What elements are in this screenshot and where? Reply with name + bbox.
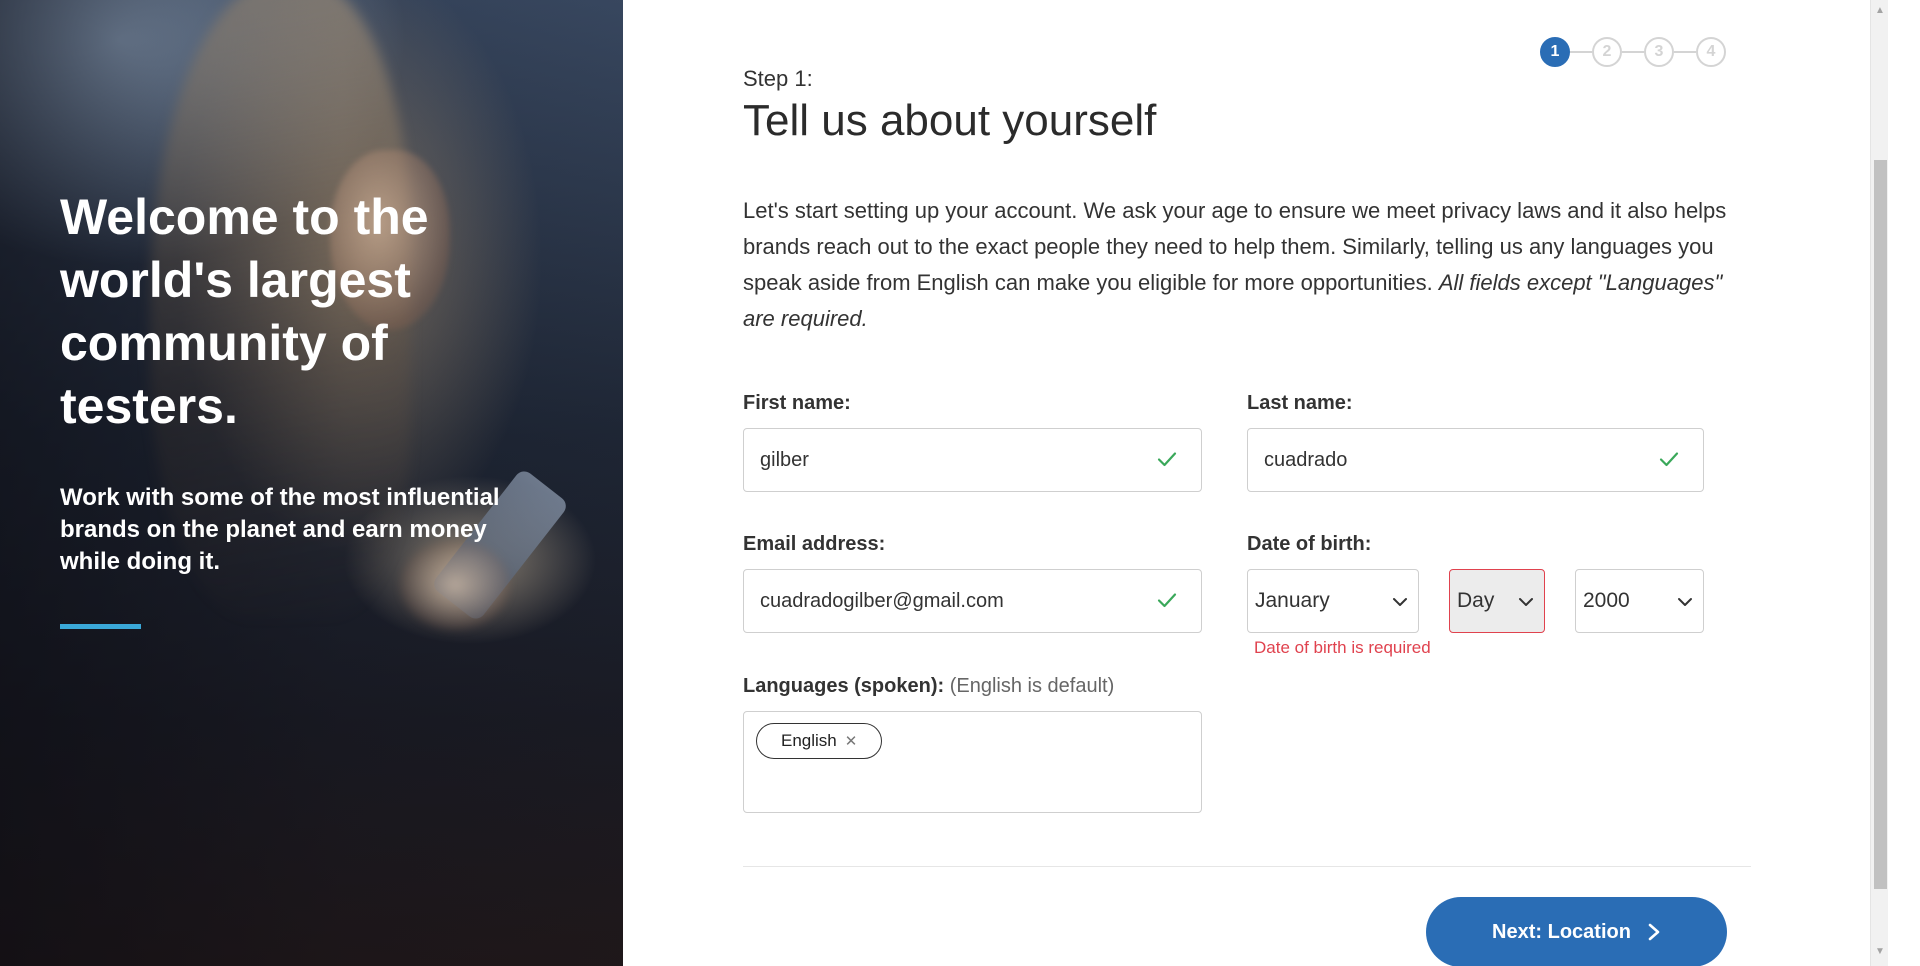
language-chip-english: English ✕ <box>756 723 883 759</box>
step-4-indicator: 4 <box>1696 37 1726 67</box>
languages-label-text: Languages (spoken): <box>743 675 945 697</box>
step-connector <box>1674 51 1696 53</box>
dob-label: Date of birth: <box>1247 533 1372 555</box>
email-field[interactable]: cuadradogilber@gmail.com <box>743 569 1202 633</box>
page-title: Tell us about yourself <box>743 96 1157 145</box>
dob-year-select[interactable]: 2000 <box>1575 569 1704 633</box>
dob-day-select[interactable]: Day <box>1449 569 1545 633</box>
valid-check-icon <box>1157 593 1177 608</box>
hero-subtitle: Work with some of the most influential b… <box>60 484 500 575</box>
dob-day-value: Day <box>1457 589 1495 612</box>
step-connector <box>1622 51 1644 53</box>
first-name-label: First name: <box>743 392 851 414</box>
valid-check-icon <box>1659 452 1679 467</box>
chevron-down-icon <box>1519 598 1533 606</box>
dob-year-value: 2000 <box>1583 589 1630 612</box>
dob-error-message: Date of birth is required <box>1254 638 1431 657</box>
email-label: Email address: <box>743 533 886 555</box>
first-name-value: gilber <box>760 448 809 471</box>
step-2-indicator: 2 <box>1592 37 1622 67</box>
hero-title: Welcome to the world's largest community… <box>60 189 429 434</box>
last-name-field[interactable]: cuadrado <box>1247 428 1704 492</box>
hero-panel: Welcome to the world's largest community… <box>0 0 623 966</box>
progress-stepper: 1 2 3 4 <box>1540 37 1726 67</box>
chevron-down-icon <box>1393 598 1407 606</box>
intro-text: Let's start setting up your account. We … <box>743 193 1753 337</box>
dob-month-select[interactable]: January <box>1247 569 1419 633</box>
form-divider <box>743 866 1751 867</box>
hero-accent-bar <box>60 624 141 629</box>
languages-label: Languages (spoken): (English is default) <box>743 675 1114 698</box>
email-value: cuadradogilber@gmail.com <box>760 589 1004 612</box>
chevron-right-icon <box>1648 923 1660 941</box>
step-label: Step 1: <box>743 66 813 91</box>
dob-month-value: January <box>1255 589 1330 612</box>
valid-check-icon <box>1157 452 1177 467</box>
languages-input[interactable]: English ✕ <box>743 711 1202 813</box>
step-connector <box>1570 51 1592 53</box>
language-chip-label: English <box>781 731 837 750</box>
remove-chip-icon[interactable]: ✕ <box>845 732 858 750</box>
next-button-label: Next: Location <box>1492 920 1631 943</box>
chevron-down-icon <box>1678 598 1692 606</box>
scroll-down-arrow-icon[interactable]: ▼ <box>1875 947 1885 957</box>
next-location-button[interactable]: Next: Location <box>1426 897 1727 966</box>
last-name-label: Last name: <box>1247 392 1353 414</box>
scrollbar-thumb[interactable] <box>1874 160 1887 889</box>
step-3-indicator: 3 <box>1644 37 1674 67</box>
step-1-indicator: 1 <box>1540 37 1570 67</box>
scroll-up-arrow-icon[interactable]: ▲ <box>1875 6 1885 16</box>
first-name-field[interactable]: gilber <box>743 428 1202 492</box>
page-scrollbar[interactable]: ▲ ▼ <box>1870 0 1888 966</box>
last-name-value: cuadrado <box>1264 448 1348 471</box>
languages-note: (English is default) <box>949 675 1115 697</box>
